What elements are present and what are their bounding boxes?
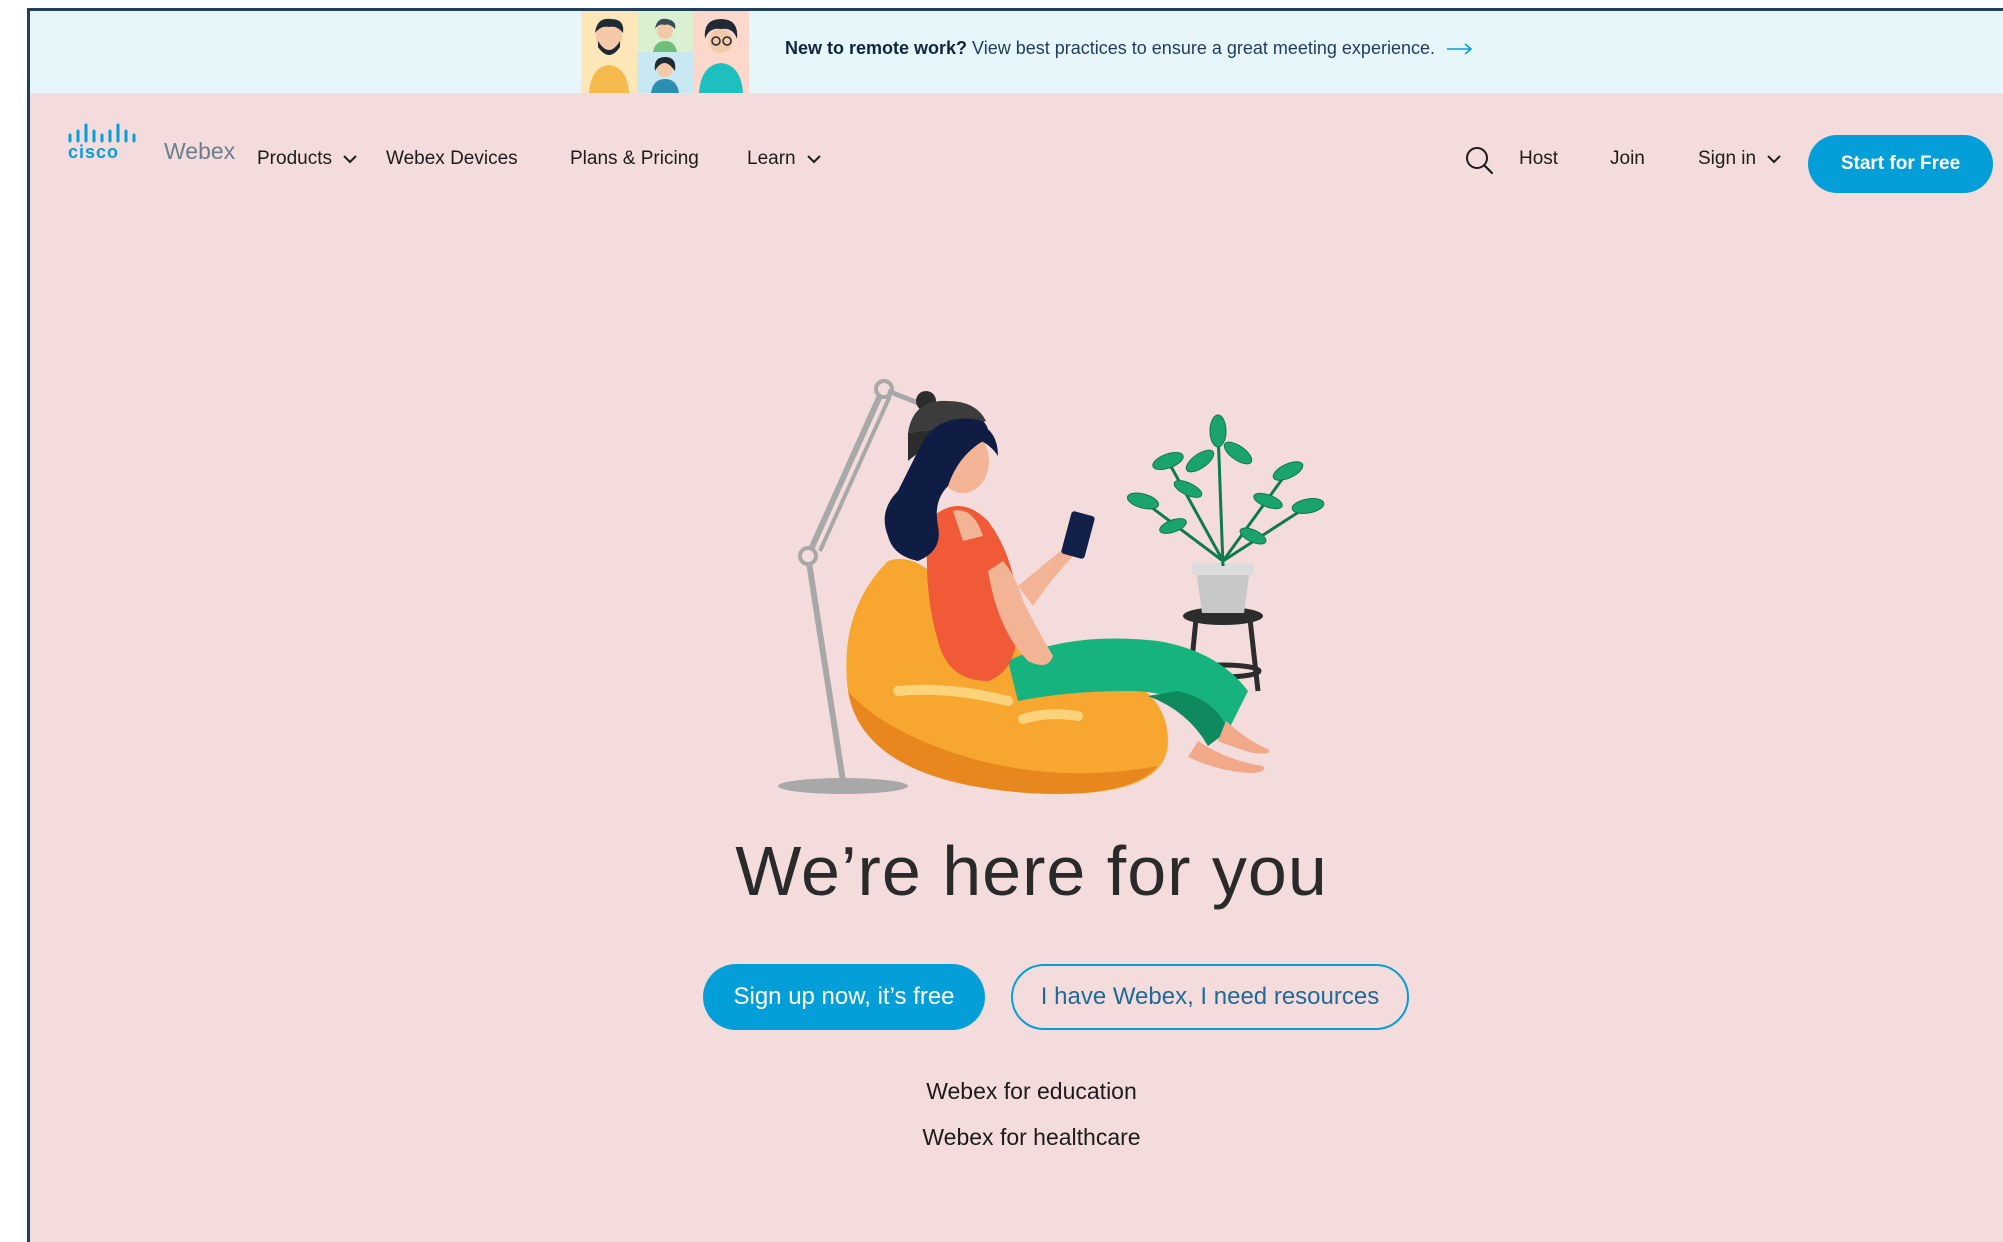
link-webex-healthcare[interactable]: Webex for healthcare — [30, 1124, 2003, 1151]
logo-webex-text: Webex — [164, 138, 236, 164]
nav-learn[interactable]: Learn — [747, 148, 821, 170]
chevron-down-icon — [343, 155, 357, 164]
logo-cisco-text: cisco — [68, 142, 120, 162]
browser-viewport: New to remote work? View best practices … — [27, 8, 2003, 1242]
promo-banner[interactable]: New to remote work? View best practices … — [30, 11, 2003, 93]
chevron-down-icon — [807, 155, 821, 164]
promo-bold-text: New to remote work? — [785, 38, 968, 58]
promo-text[interactable]: New to remote work? View best practices … — [785, 38, 1474, 59]
resources-button[interactable]: I have Webex, I need resources — [1011, 964, 1409, 1030]
nav-learn-label: Learn — [747, 148, 796, 169]
nav-products-label: Products — [257, 148, 332, 169]
link-webex-education[interactable]: Webex for education — [30, 1078, 2003, 1105]
woman-on-beanbag-illustration — [778, 379, 1325, 794]
nav-host[interactable]: Host — [1519, 148, 1558, 170]
sign-up-button[interactable]: Sign up now, it’s free — [703, 964, 985, 1030]
cisco-webex-logo[interactable]: cisco Webex — [62, 121, 235, 165]
search-icon[interactable] — [1464, 145, 1494, 175]
nav-join[interactable]: Join — [1610, 148, 1645, 170]
chevron-down-icon — [1767, 155, 1782, 164]
nav-sign-in-label: Sign in — [1698, 148, 1757, 169]
nav-plans-pricing[interactable]: Plans & Pricing — [570, 148, 699, 170]
main-navigation: cisco Webex Products Webex Devices Plans… — [30, 93, 2003, 203]
nav-sign-in[interactable]: Sign in — [1698, 148, 1782, 170]
arrow-right-icon — [1447, 43, 1473, 55]
nav-products[interactable]: Products — [257, 148, 357, 170]
start-for-free-button[interactable]: Start for Free — [1808, 135, 1993, 193]
nav-webex-devices[interactable]: Webex Devices — [386, 148, 518, 170]
remote-people-illustration — [581, 11, 749, 93]
hero-title: We’re here for you — [735, 832, 1328, 910]
promo-body-text: View best practices to ensure a great me… — [972, 38, 1435, 58]
